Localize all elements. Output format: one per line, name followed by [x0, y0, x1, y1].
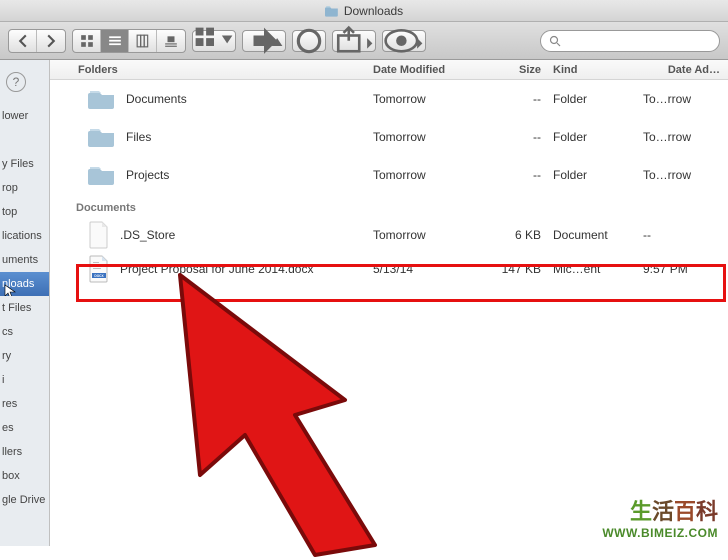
window-title: Downloads: [344, 4, 403, 18]
file-name: Project Proposal for June 2014.docx: [120, 262, 313, 276]
help-icon[interactable]: ?: [6, 72, 26, 92]
sidebar-item[interactable]: cs: [0, 320, 49, 344]
file-name: Documents: [126, 92, 187, 106]
sidebar-item-downloads[interactable]: nloads: [0, 272, 49, 296]
file-date: Tomorrow: [373, 228, 483, 242]
folder-icon: [325, 4, 339, 18]
quicklook-button[interactable]: [382, 30, 426, 52]
search-icon: [549, 35, 561, 47]
document-icon: [88, 221, 110, 249]
file-name: .DS_Store: [120, 228, 175, 242]
toolbar: [0, 22, 728, 60]
file-size: --: [483, 168, 553, 182]
file-added: --: [643, 228, 728, 242]
watermark-text: 生活百科: [602, 494, 718, 526]
sidebar-item[interactable]: llers: [0, 440, 49, 464]
file-list: Folders Date Modified Size Kind Date Ad……: [50, 60, 728, 546]
column-date-added[interactable]: Date Ad…: [643, 64, 728, 76]
file-added: To…rrow: [643, 168, 728, 182]
section-label: Documents: [50, 194, 728, 218]
share-button[interactable]: [332, 30, 376, 52]
arrange-button[interactable]: [192, 30, 236, 52]
cursor-icon: [4, 284, 18, 296]
sidebar-item[interactable]: res: [0, 392, 49, 416]
file-added: To…rrow: [643, 130, 728, 144]
sidebar-item[interactable]: t Files: [0, 296, 49, 320]
sidebar-item[interactable]: gle Drive: [0, 488, 49, 512]
watermark: 生活百科 WWW.BIMEIZ.COM: [602, 494, 718, 540]
file-date: 5/13/14: [373, 262, 483, 276]
search-input[interactable]: [565, 35, 711, 47]
sidebar-item[interactable]: ry: [0, 344, 49, 368]
sidebar-item[interactable]: es: [0, 416, 49, 440]
file-name: Projects: [126, 168, 169, 182]
sidebar: ? lower y Files rop top lications uments…: [0, 60, 50, 546]
file-size: 147 KB: [483, 262, 553, 276]
column-header: Folders Date Modified Size Kind Date Ad…: [50, 60, 728, 80]
nav-buttons: [8, 29, 66, 53]
file-date: Tomorrow: [373, 130, 483, 144]
file-added: To…rrow: [643, 92, 728, 106]
coverflow-view-button[interactable]: [157, 30, 185, 52]
folder-icon: [88, 126, 116, 148]
window-titlebar: Downloads: [0, 0, 728, 22]
search-box[interactable]: [540, 30, 720, 52]
file-row[interactable]: Files Tomorrow -- Folder To…rrow: [50, 118, 728, 156]
sidebar-item[interactable]: y Files: [0, 152, 49, 176]
back-button[interactable]: [9, 30, 37, 52]
column-kind[interactable]: Kind: [553, 64, 643, 76]
file-kind: Folder: [553, 130, 643, 144]
file-kind: Folder: [553, 168, 643, 182]
view-buttons: [72, 29, 186, 53]
file-date: Tomorrow: [373, 168, 483, 182]
sidebar-item[interactable]: box: [0, 464, 49, 488]
file-row[interactable]: .DS_Store Tomorrow 6 KB Document --: [50, 218, 728, 252]
file-size: 6 KB: [483, 228, 553, 242]
file-added: 9:57 PM: [643, 262, 728, 276]
sidebar-item[interactable]: lower: [0, 104, 49, 128]
svg-text:DOCX: DOCX: [94, 274, 104, 278]
column-name[interactable]: Folders: [50, 64, 373, 76]
folder-icon: [88, 164, 116, 186]
action-button[interactable]: [242, 30, 286, 52]
file-row[interactable]: Projects Tomorrow -- Folder To…rrow: [50, 156, 728, 194]
file-date: Tomorrow: [373, 92, 483, 106]
sidebar-item[interactable]: uments: [0, 248, 49, 272]
sidebar-item[interactable]: i: [0, 368, 49, 392]
sidebar-item[interactable]: [0, 128, 49, 152]
docx-icon: DOCX: [88, 255, 110, 283]
column-size[interactable]: Size: [483, 64, 553, 76]
file-row[interactable]: Documents Tomorrow -- Folder To…rrow: [50, 80, 728, 118]
file-row[interactable]: DOCX Project Proposal for June 2014.docx…: [50, 252, 728, 286]
column-view-button[interactable]: [129, 30, 157, 52]
file-kind: Folder: [553, 92, 643, 106]
list-view-button[interactable]: [101, 30, 129, 52]
edit-tags-button[interactable]: [292, 30, 326, 52]
file-name: Files: [126, 130, 151, 144]
forward-button[interactable]: [37, 30, 65, 52]
icon-view-button[interactable]: [73, 30, 101, 52]
sidebar-item[interactable]: rop: [0, 176, 49, 200]
column-date-modified[interactable]: Date Modified: [373, 64, 483, 76]
file-kind: Document: [553, 228, 643, 242]
folder-icon: [88, 88, 116, 110]
sidebar-item[interactable]: lications: [0, 224, 49, 248]
file-size: --: [483, 130, 553, 144]
file-size: --: [483, 92, 553, 106]
watermark-url: WWW.BIMEIZ.COM: [602, 526, 718, 540]
sidebar-item[interactable]: top: [0, 200, 49, 224]
file-kind: Mic…ent: [553, 262, 643, 276]
